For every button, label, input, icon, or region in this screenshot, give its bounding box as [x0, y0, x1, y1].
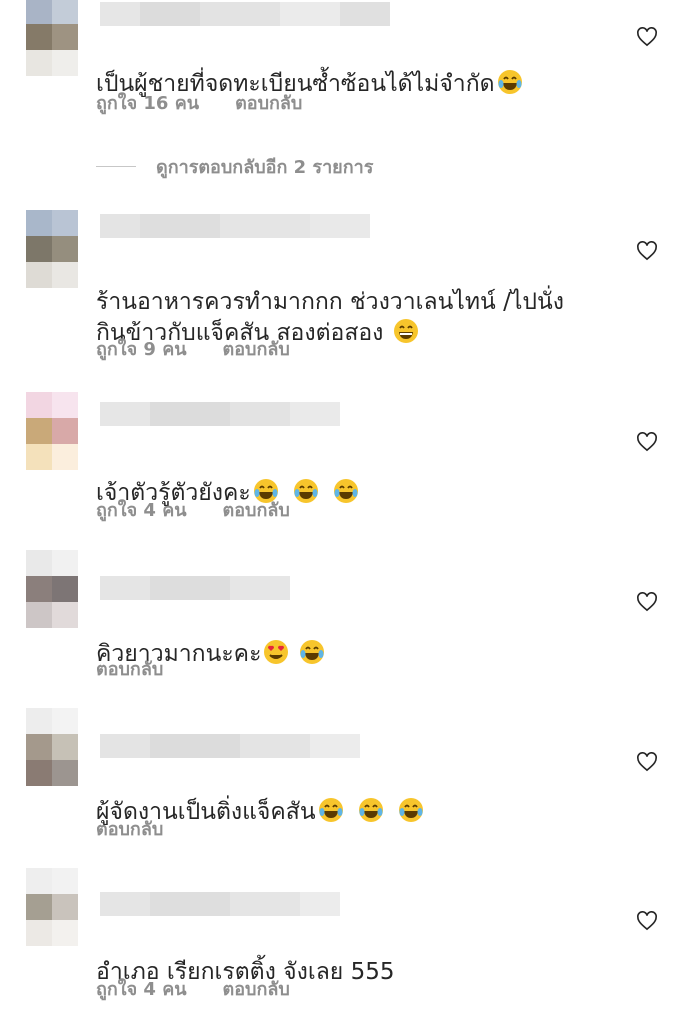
like-count[interactable]: ถูกใจ 9 คน	[96, 334, 187, 363]
avatar[interactable]	[26, 210, 78, 288]
comment-meta: ถูกใจ 4 คน ตอบกลับ	[96, 974, 290, 1003]
heart-outline-icon[interactable]	[636, 752, 658, 772]
grin-emoji-icon	[394, 319, 419, 343]
reply-button[interactable]: ตอบกลับ	[223, 974, 290, 1003]
heart-outline-icon[interactable]	[636, 432, 658, 452]
comment-meta: ตอบกลับ	[96, 814, 163, 843]
username-blurred[interactable]	[100, 576, 290, 600]
joy-emoji-icon	[497, 70, 522, 94]
joy-emoji-icon	[358, 798, 383, 822]
reply-button[interactable]: ตอบกลับ	[235, 88, 302, 117]
heart-eyes-emoji-icon	[264, 640, 289, 664]
username-blurred[interactable]	[100, 2, 390, 26]
avatar[interactable]	[26, 550, 78, 628]
reply-button[interactable]: ตอบกลับ	[96, 654, 163, 683]
joy-emoji-icon	[300, 640, 325, 664]
heart-outline-icon[interactable]	[636, 27, 658, 47]
joy-emoji-icon	[318, 798, 343, 822]
reply-button[interactable]: ตอบกลับ	[96, 814, 163, 843]
username-blurred[interactable]	[100, 734, 360, 758]
heart-outline-icon[interactable]	[636, 911, 658, 931]
view-replies-label: ดูการตอบกลับอีก 2 รายการ	[156, 157, 374, 178]
divider-line	[96, 166, 136, 167]
avatar[interactable]	[26, 868, 78, 946]
comment-meta: ถูกใจ 9 คน ตอบกลับ	[96, 334, 290, 363]
view-more-replies[interactable]: ดูการตอบกลับอีก 2 รายการ	[96, 152, 373, 181]
username-blurred[interactable]	[100, 892, 340, 916]
comment-meta: ถูกใจ 4 คน ตอบกลับ	[96, 495, 290, 524]
reply-button[interactable]: ตอบกลับ	[223, 334, 290, 363]
comment-meta: ตอบกลับ	[96, 654, 163, 683]
reply-button[interactable]: ตอบกลับ	[223, 495, 290, 524]
like-count[interactable]: ถูกใจ 4 คน	[96, 495, 187, 524]
joy-emoji-icon	[293, 479, 318, 503]
comment-meta: ถูกใจ 16 คน ตอบกลับ	[96, 88, 302, 117]
avatar[interactable]	[26, 708, 78, 786]
joy-emoji-icon	[333, 479, 358, 503]
like-count[interactable]: ถูกใจ 16 คน	[96, 88, 199, 117]
username-blurred[interactable]	[100, 214, 370, 238]
avatar[interactable]	[26, 392, 78, 470]
heart-outline-icon[interactable]	[636, 241, 658, 261]
avatar[interactable]	[26, 0, 78, 76]
heart-outline-icon[interactable]	[636, 592, 658, 612]
username-blurred[interactable]	[100, 402, 340, 426]
joy-emoji-icon	[398, 798, 423, 822]
like-count[interactable]: ถูกใจ 4 คน	[96, 974, 187, 1003]
